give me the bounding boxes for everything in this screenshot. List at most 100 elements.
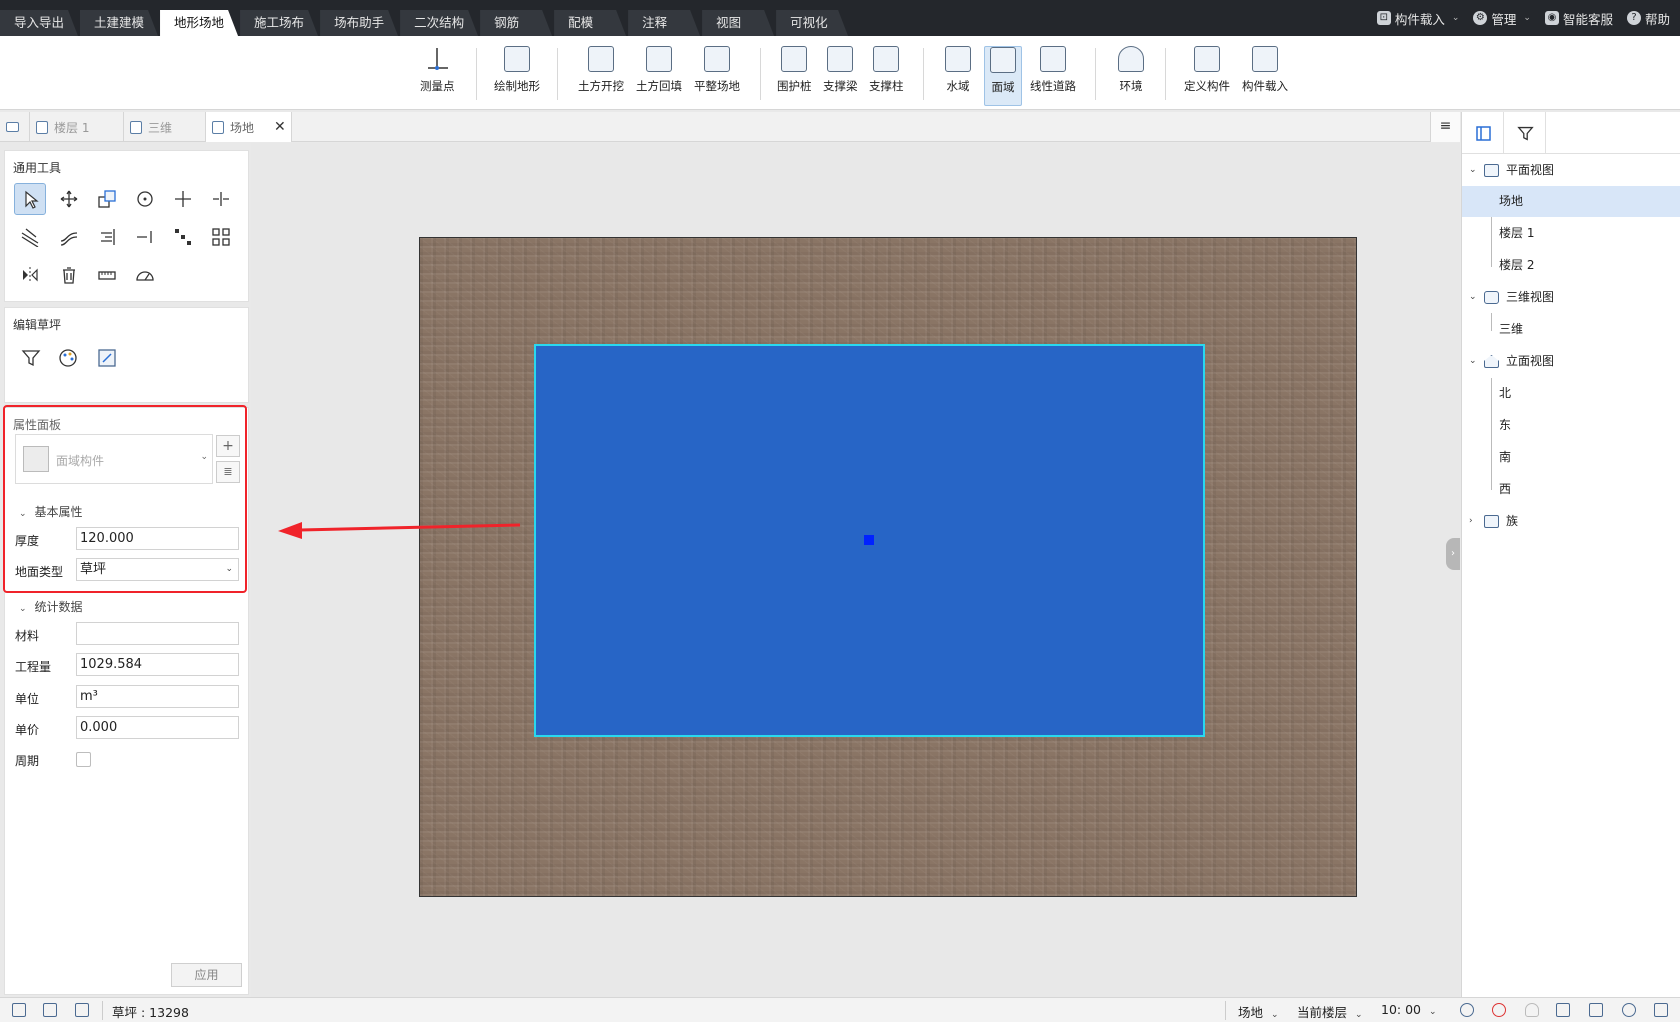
material-palette-tool[interactable]: [52, 342, 84, 374]
help-button[interactable]: ? 帮助: [1626, 9, 1670, 28]
chevron-down-icon: ⌄: [1523, 13, 1531, 23]
section-box-icon[interactable]: [1589, 1003, 1603, 1017]
menu-tab-construction-layout[interactable]: 施工场布: [240, 10, 318, 36]
tree-node-3d[interactable]: 三维: [1462, 314, 1680, 345]
tab-list-button[interactable]: [0, 112, 30, 142]
menu-tab-rebar[interactable]: 钢筋: [480, 10, 552, 36]
menu-tab-formwork[interactable]: 配模: [554, 10, 626, 36]
tree-node-plan-view[interactable]: ⌄ 平面视图: [1462, 155, 1680, 186]
edit-boundary-tool[interactable]: [91, 342, 123, 374]
group-tool[interactable]: [205, 221, 237, 253]
time-dropdown[interactable]: 10: 00 ⌄: [1381, 1002, 1437, 1017]
break-tool[interactable]: [129, 221, 161, 253]
menu-tab-annotation[interactable]: 注释: [628, 10, 700, 36]
price-field[interactable]: 0.000: [76, 716, 239, 739]
support-column-button[interactable]: 支撑柱: [869, 46, 904, 106]
environment-button[interactable]: 环境: [1118, 46, 1144, 106]
current-floor-dropdown[interactable]: 当前楼层 ⌄: [1297, 1002, 1363, 1021]
chevron-right-icon[interactable]: ›: [1446, 538, 1460, 570]
chevron-down-icon: ⌄: [1429, 1007, 1437, 1017]
define-component-button[interactable]: 定义构件: [1184, 46, 1230, 106]
quantity-field[interactable]: 1029.584: [76, 653, 239, 676]
component-load-menu[interactable]: ⊡ 构件载入 ⌄: [1376, 9, 1459, 28]
trim-tool[interactable]: [167, 183, 199, 215]
align-tool[interactable]: [91, 221, 123, 253]
unit-label: 单位: [15, 692, 40, 706]
load-component-button[interactable]: 构件载入: [1242, 46, 1288, 106]
tree-guide-line: [1491, 313, 1492, 331]
center-grip-handle[interactable]: [864, 535, 874, 545]
extend-tool[interactable]: [53, 221, 85, 253]
array-tool[interactable]: [167, 221, 199, 253]
tree-node-elevation-view[interactable]: ⌄ 立面视图: [1462, 346, 1680, 377]
menu-tab-terrain-site[interactable]: 地形场地: [160, 10, 238, 36]
rotate-tool[interactable]: [129, 183, 161, 215]
statistics-header[interactable]: ⌄ 统计数据: [19, 598, 83, 615]
excavation-button[interactable]: 土方开挖: [578, 46, 624, 106]
copy-tool[interactable]: [91, 183, 123, 215]
grid-icon[interactable]: [12, 1003, 26, 1017]
component-load-label: 构件载入: [1394, 11, 1445, 27]
sun-icon[interactable]: [1460, 1003, 1474, 1017]
menu-tab-view[interactable]: 视图: [702, 10, 774, 36]
menu-tab-import-export[interactable]: 导入导出: [0, 10, 78, 36]
render-icon[interactable]: [1556, 1003, 1570, 1017]
support-beam-button[interactable]: 支撑梁: [823, 46, 858, 106]
surface-area-button[interactable]: 面域: [984, 46, 1022, 106]
chevron-down-icon: ⌄: [1469, 292, 1477, 302]
zoom-fit-icon[interactable]: [1622, 1003, 1636, 1017]
light-bulb-icon[interactable]: [1525, 1003, 1539, 1017]
unit-field[interactable]: m³: [76, 685, 239, 708]
draw-terrain-button[interactable]: 绘制地形: [494, 46, 540, 106]
site-dropdown[interactable]: 场地 ⌄: [1238, 1002, 1279, 1021]
tab-3d[interactable]: 三维: [124, 112, 206, 142]
tree-filter-button[interactable]: [1504, 112, 1546, 154]
move-tool[interactable]: [53, 183, 85, 215]
survey-point-button[interactable]: 测量点: [420, 46, 455, 106]
menu-icon[interactable]: ≡: [1430, 112, 1460, 142]
angle-measure-tool[interactable]: [129, 259, 161, 291]
backfill-button[interactable]: 土方回填: [636, 46, 682, 106]
tree-node-floor-1[interactable]: 楼层 1: [1462, 218, 1680, 249]
material-field[interactable]: [76, 622, 239, 645]
tree-node-north[interactable]: 北: [1462, 378, 1680, 409]
split-tool[interactable]: [205, 183, 237, 215]
offset-icon: [21, 228, 39, 247]
retaining-pile-button[interactable]: 围护桩: [777, 46, 812, 106]
period-checkbox[interactable]: [76, 752, 91, 767]
smart-service-button[interactable]: ◉ 智能客服: [1544, 9, 1613, 28]
tree-node-family[interactable]: › 族: [1462, 506, 1680, 537]
offset-tool[interactable]: [14, 221, 46, 253]
apply-button[interactable]: 应用: [171, 963, 242, 987]
menu-tab-visualization[interactable]: 可视化: [776, 10, 848, 36]
tree-node-east[interactable]: 东: [1462, 410, 1680, 441]
manage-menu[interactable]: ⚙ 管理 ⌄: [1473, 9, 1531, 28]
level-site-button[interactable]: 平整场地: [694, 46, 740, 106]
tree-node-floor-2[interactable]: 楼层 2: [1462, 250, 1680, 281]
select-tool[interactable]: [14, 183, 46, 215]
tree-node-south[interactable]: 南: [1462, 442, 1680, 473]
west-label: 西: [1499, 482, 1512, 496]
tab-site[interactable]: 场地 ✕: [206, 112, 292, 142]
floor-2-label: 楼层 2: [1499, 258, 1535, 272]
close-icon[interactable]: ✕: [274, 119, 286, 135]
menu-tab-civil-modeling[interactable]: 土建建模: [80, 10, 158, 36]
tree-node-west[interactable]: 西: [1462, 474, 1680, 505]
layout-icon[interactable]: [75, 1003, 89, 1017]
tree-node-site[interactable]: 场地: [1462, 186, 1680, 217]
measure-tool[interactable]: [91, 259, 123, 291]
tab-floor-1[interactable]: 楼层 1: [30, 112, 124, 142]
menu-tab-secondary-structure[interactable]: 二次结构: [400, 10, 478, 36]
delete-tool[interactable]: [53, 259, 85, 291]
linear-road-button[interactable]: 线性道路: [1030, 46, 1076, 106]
ribbon-divider: [476, 48, 477, 100]
menu-tab-layout-assistant[interactable]: 场布助手: [320, 10, 398, 36]
filter-tool[interactable]: [15, 342, 47, 374]
water-area-button[interactable]: 水域: [945, 46, 971, 106]
view-cube-icon[interactable]: [1654, 1003, 1668, 1017]
shadow-off-icon[interactable]: [1492, 1003, 1506, 1017]
window-tile-icon[interactable]: [43, 1003, 57, 1017]
mirror-tool[interactable]: [14, 259, 46, 291]
tree-node-3d-view[interactable]: ⌄ 三维视图: [1462, 282, 1680, 313]
panel-toggle-button[interactable]: [1462, 112, 1504, 154]
